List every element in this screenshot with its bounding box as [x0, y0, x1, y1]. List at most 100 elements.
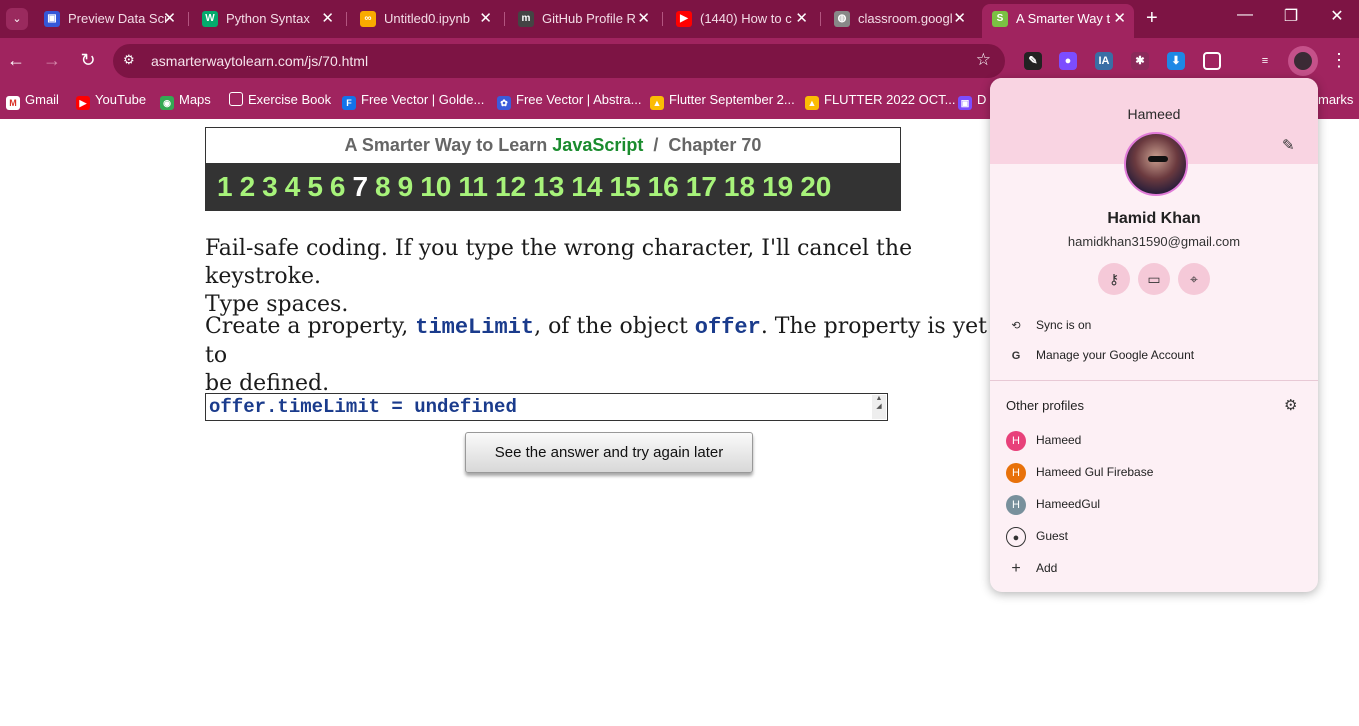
more-menu-icon[interactable]: ⋮ [1330, 50, 1348, 71]
download-extension-icon[interactable]: ⬇ [1167, 52, 1185, 70]
tab-preview[interactable]: ▣ Preview Data Sci ✕ [34, 4, 184, 34]
chapter-link-8[interactable]: 8 [375, 163, 391, 210]
manage-google-account[interactable]: G Manage your Google Account [1006, 343, 1194, 367]
bookmark-gmail[interactable]: M Gmail [6, 92, 59, 110]
chapter-link-11[interactable]: 11 [458, 163, 488, 210]
chapter-link-10[interactable]: 10 [420, 163, 451, 210]
preview-icon: ▣ [44, 11, 60, 27]
chapter-link-4[interactable]: 4 [285, 163, 301, 210]
gear-icon[interactable]: ⚙ [1284, 396, 1297, 414]
tab-github-profile[interactable]: m GitHub Profile R ✕ [508, 4, 658, 34]
media-control-icon[interactable]: ≡ [1256, 52, 1274, 70]
bookmark-d[interactable]: ▣ D [958, 92, 986, 110]
chapter-link-20[interactable]: 20 [800, 163, 831, 210]
bookmark-exercise-book[interactable]: Exercise Book [229, 92, 331, 107]
youtube-icon: ▶ [676, 11, 692, 27]
site-info-icon[interactable]: ⚙ [123, 52, 135, 68]
tab-classroom[interactable]: ◍ classroom.googl ✕ [824, 4, 974, 34]
bookmark-icon: ▣ [958, 96, 972, 110]
lesson-title: A Smarter Way to Learn JavaScript / Chap… [206, 128, 900, 163]
profile-item-hameed-gul-firebase[interactable]: H Hameed Gul Firebase [1006, 460, 1153, 484]
chapter-link-16[interactable]: 16 [648, 163, 679, 210]
youtube-icon: ▶ [76, 96, 90, 110]
bookmark-free-vector-golden[interactable]: F Free Vector | Golde... [342, 92, 484, 110]
instruction-paragraph-2: Create a property, timeLimit, of the obj… [205, 314, 987, 396]
close-icon[interactable]: ✕ [1113, 4, 1126, 34]
tab-colab[interactable]: ∞ Untitled0.ipynb ✕ [350, 4, 500, 34]
chapter-link-1[interactable]: 1 [217, 163, 233, 210]
payment-card-icon[interactable]: ▭ [1138, 263, 1170, 295]
tab-python-syntax[interactable]: W Python Syntax ✕ [192, 4, 342, 34]
extensions-puzzle-icon[interactable] [1203, 52, 1221, 70]
new-tab-button[interactable]: + [1146, 7, 1158, 30]
divider [990, 380, 1318, 381]
tab-search-button[interactable]: ⌄ [6, 8, 28, 30]
eyedropper-extension-icon[interactable]: ✎ [1024, 52, 1042, 70]
add-profile[interactable]: + Add [1006, 556, 1057, 580]
chapter-link-5[interactable]: 5 [307, 163, 323, 210]
maps-icon: ◉ [160, 96, 174, 110]
chapter-link-18[interactable]: 18 [724, 163, 755, 210]
close-window-button[interactable]: ✕ [1322, 6, 1352, 26]
chapter-link-6[interactable]: 6 [330, 163, 346, 210]
resize-handle[interactable]: ▲ ◢ [872, 395, 886, 419]
chapter-link-13[interactable]: 13 [533, 163, 564, 210]
tab-smarter-way[interactable]: S A Smarter Way t ✕ [982, 4, 1134, 38]
ia-extension-icon[interactable]: IA [1095, 52, 1113, 70]
chapter-link-17[interactable]: 17 [686, 163, 717, 210]
close-icon[interactable]: ✕ [637, 4, 650, 34]
addresses-pin-icon[interactable]: ⌖ [1178, 263, 1210, 295]
url-text[interactable]: asmarterwaytolearn.com/js/70.html [151, 53, 368, 69]
edit-pencil-icon[interactable]: ✎ [1282, 136, 1295, 154]
chapter-link-2[interactable]: 2 [240, 163, 256, 210]
bookmark-free-vector-abstract[interactable]: ✿ Free Vector | Abstra... [497, 92, 642, 110]
tab-strip: ⌄ ▣ Preview Data Sci ✕ W Python Syntax ✕… [0, 0, 1359, 38]
freepik-icon: F [342, 96, 356, 110]
account-full-name: Hamid Khan [1107, 210, 1201, 227]
extension-icon[interactable]: ✱ [1131, 52, 1149, 70]
avatar [1124, 132, 1188, 196]
reload-button[interactable]: ↻ [76, 50, 100, 71]
close-icon[interactable]: ✕ [953, 4, 966, 34]
w3schools-icon: W [202, 11, 218, 27]
profile-menu: Hameed ✎ Hamid Khan hamidkhan31590@gmail… [990, 78, 1318, 592]
chapter-nav: 1 2 3 4 5 6 7 8 9 10 11 12 13 14 15 16 17 18 19 20 [206, 163, 900, 210]
close-icon[interactable]: ✕ [795, 4, 808, 34]
extension-icon[interactable]: ● [1059, 52, 1077, 70]
close-icon[interactable]: ✕ [321, 4, 334, 34]
tab-youtube[interactable]: ▶ (1440) How to c ✕ [666, 4, 816, 34]
chapter-link-15[interactable]: 15 [609, 163, 640, 210]
all-bookmarks[interactable]: marks [1318, 92, 1353, 107]
bookmark-flutter-2022[interactable]: ▲ FLUTTER 2022 OCT... [805, 92, 955, 110]
guest-icon: ● [1006, 526, 1026, 547]
minimize-button[interactable]: — [1230, 6, 1260, 24]
close-icon[interactable]: ✕ [479, 4, 492, 34]
sync-status[interactable]: ⟲ Sync is on [1006, 313, 1091, 337]
answer-input[interactable]: offer.timeLimit = undefined ▲ ◢ [205, 393, 888, 421]
chapter-link-3[interactable]: 3 [262, 163, 278, 210]
back-button[interactable]: ← [4, 50, 28, 71]
profile-item-hameed[interactable]: H Hameed [1006, 428, 1081, 452]
close-icon[interactable]: ✕ [163, 4, 176, 34]
address-bar[interactable]: ⚙ asmarterwaytolearn.com/js/70.html ☆ [113, 44, 1005, 78]
chapter-link-19[interactable]: 19 [762, 163, 793, 210]
gmail-icon: M [6, 96, 20, 110]
passwords-key-icon[interactable]: ⚷ [1098, 263, 1130, 295]
profile-avatar-button[interactable] [1288, 46, 1318, 76]
bookmark-youtube[interactable]: ▶ YouTube [76, 92, 146, 110]
guest-profile[interactable]: ● Guest [1006, 524, 1068, 548]
other-profiles-heading: Other profiles [1006, 398, 1085, 413]
chapter-link-9[interactable]: 9 [398, 163, 414, 210]
chapter-link-12[interactable]: 12 [495, 163, 526, 210]
bookmark-flutter-september[interactable]: ▲ Flutter September 2... [650, 92, 795, 110]
chapter-link-14[interactable]: 14 [571, 163, 602, 210]
chapter-link-7[interactable]: 7 [352, 163, 368, 210]
see-answer-button[interactable]: See the answer and try again later [465, 432, 753, 473]
bookmark-maps[interactable]: ◉ Maps [160, 92, 211, 110]
restore-button[interactable]: ❐ [1276, 6, 1306, 26]
sync-icon: ⟲ [1011, 319, 1021, 332]
profile-item-hameedgul[interactable]: H HameedGul [1006, 492, 1100, 516]
github-icon: m [518, 11, 534, 27]
bookmark-star-icon[interactable]: ☆ [976, 50, 991, 70]
forward-button[interactable]: → [40, 50, 64, 71]
